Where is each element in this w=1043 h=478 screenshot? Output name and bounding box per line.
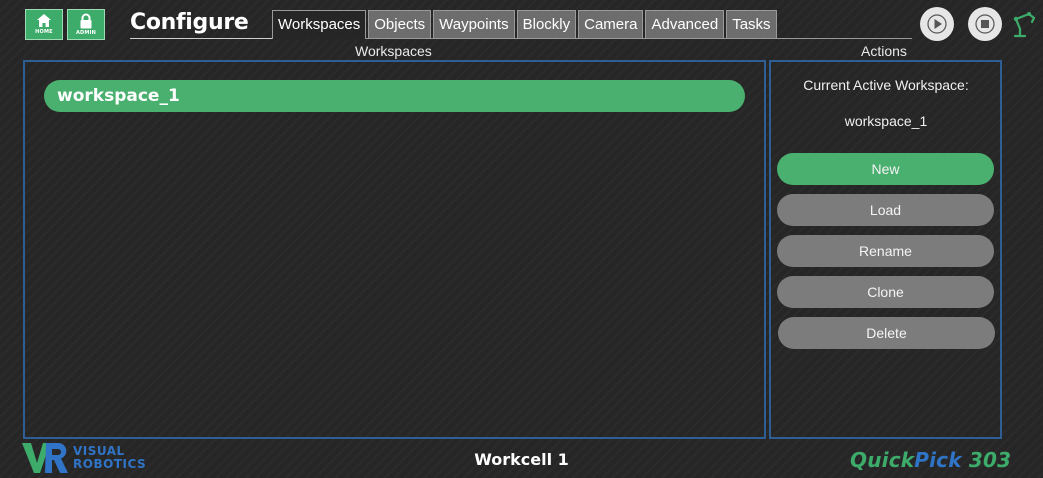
tab-advanced[interactable]: Advanced: [645, 10, 725, 38]
tab-blockly[interactable]: Blockly: [516, 10, 577, 38]
home-icon: [37, 14, 51, 27]
home-label: HOME: [35, 29, 53, 35]
brand-number: 303: [968, 448, 1012, 472]
workspaces-panel: [23, 60, 766, 439]
stop-icon: [975, 14, 995, 34]
current-workspace-value: workspace_1: [844, 113, 928, 129]
tab-workspaces[interactable]: Workspaces: [272, 10, 367, 39]
page-title: Configure: [130, 10, 249, 35]
new-button[interactable]: New: [777, 153, 994, 185]
tab-tasks[interactable]: Tasks: [726, 10, 777, 38]
play-icon: [927, 14, 947, 34]
brand-quick: Quick: [850, 448, 915, 472]
home-button[interactable]: HOME: [25, 9, 63, 40]
load-button[interactable]: Load: [777, 194, 994, 226]
actions-section-label: Actions: [861, 43, 907, 59]
delete-button[interactable]: Delete: [778, 317, 995, 349]
tab-objects[interactable]: Objects: [368, 10, 432, 38]
title-underline: [130, 38, 272, 39]
clone-button[interactable]: Clone: [777, 276, 994, 308]
rename-button[interactable]: Rename: [777, 235, 994, 267]
admin-button[interactable]: ADMIN: [67, 9, 105, 40]
brand-pick: Pick: [914, 448, 962, 472]
list-item[interactable]: workspace_1: [44, 80, 745, 112]
tab-waypoints[interactable]: Waypoints: [433, 10, 515, 38]
stop-button[interactable]: [968, 7, 1002, 41]
workspaces-section-label: Workspaces: [355, 43, 432, 59]
current-workspace-label: Current Active Workspace:: [803, 77, 969, 93]
robot-arm-icon: [1013, 12, 1036, 38]
product-brand: QuickPick 303: [850, 448, 1011, 472]
tab-bar: Workspaces Objects Waypoints Blockly Cam…: [272, 10, 777, 39]
admin-label: ADMIN: [75, 30, 97, 36]
tab-camera[interactable]: Camera: [578, 10, 644, 38]
play-button[interactable]: [920, 7, 954, 41]
lock-icon: [80, 13, 92, 29]
robot-status[interactable]: [1012, 9, 1040, 43]
